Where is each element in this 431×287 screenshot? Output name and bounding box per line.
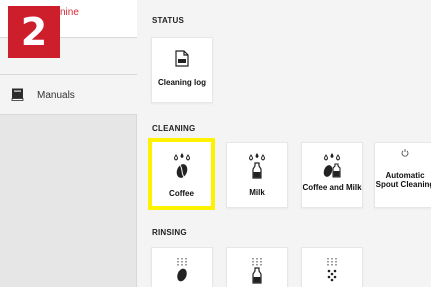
section-title-status: STATUS — [152, 16, 185, 25]
tile-label: Coffee — [169, 189, 194, 198]
coffee-bean-drops-icon — [173, 153, 190, 178]
tile-cleaning-coffee[interactable]: Coffee — [148, 138, 215, 210]
sidebar-item-manuals[interactable]: Manuals — [0, 75, 137, 115]
tile-label: Cleaning log — [158, 78, 206, 87]
tile-cleaning-coffee-and-milk[interactable]: Coffee and Milk — [301, 142, 363, 208]
document-icon — [175, 50, 189, 67]
book-icon — [11, 88, 24, 101]
dots-rinse-icon — [327, 258, 337, 282]
spout-icon — [401, 149, 409, 157]
tile-label: Coffee and Milk — [302, 183, 362, 192]
step-number-badge: 2 — [8, 6, 60, 58]
main-content: STATUS Cleaning log CLEANING Coffee Milk… — [137, 0, 431, 287]
coffee-rinse-icon — [177, 258, 187, 282]
tile-rinsing-milk[interactable] — [226, 247, 288, 287]
tile-cleaning-log[interactable]: Cleaning log — [151, 37, 213, 103]
sidebar-item-label: nine — [60, 7, 79, 18]
tile-label: Automatic Spout Cleaning — [375, 171, 431, 189]
tile-rinsing-third[interactable] — [301, 247, 363, 287]
tile-rinsing-coffee[interactable] — [151, 247, 213, 287]
tile-label: Milk — [249, 188, 265, 197]
section-title-cleaning: CLEANING — [152, 124, 196, 133]
coffee-milk-drops-icon — [323, 153, 341, 178]
tile-cleaning-milk[interactable]: Milk — [226, 142, 288, 208]
milk-rinse-icon — [252, 258, 262, 284]
tile-automatic-spout-cleaning[interactable]: Automatic Spout Cleaning — [374, 142, 431, 208]
milk-bottle-drops-icon — [249, 153, 265, 179]
app-window: nine Manuals 2 STATUS Cleaning log CLEAN… — [0, 0, 431, 287]
sidebar-item-label: Manuals — [37, 90, 75, 101]
section-title-rinsing: RINSING — [152, 228, 187, 237]
